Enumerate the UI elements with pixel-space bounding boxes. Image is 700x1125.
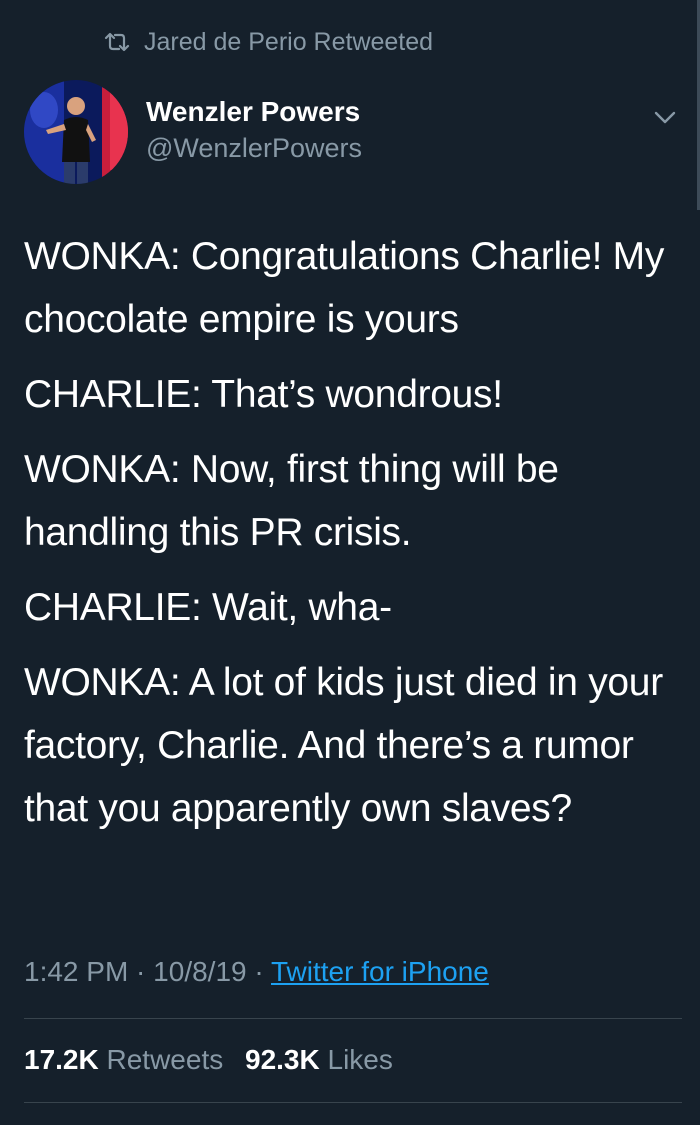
- author-handle[interactable]: @WenzlerPowers: [146, 130, 362, 166]
- divider: [24, 1102, 682, 1103]
- meta-separator: ·: [246, 956, 271, 987]
- tweet-source-link[interactable]: Twitter for iPhone: [271, 956, 489, 987]
- divider: [24, 1018, 682, 1019]
- tweet-stats: 17.2K Retweets 92.3K Likes: [24, 1038, 407, 1082]
- tweet-paragraph: WONKA: A lot of kids just died in your f…: [24, 661, 663, 830]
- tweet-text: WONKA: Congratulations Charlie! My choco…: [24, 225, 674, 852]
- author-block[interactable]: Wenzler Powers @WenzlerPowers: [146, 94, 362, 166]
- retweet-icon: [104, 31, 130, 53]
- retweets-stat[interactable]: 17.2K Retweets: [24, 1044, 223, 1075]
- likes-stat[interactable]: 92.3K Likes: [245, 1044, 393, 1075]
- tweet-paragraph: CHARLIE: That’s wondrous!: [24, 373, 503, 416]
- retweets-count: 17.2K: [24, 1044, 99, 1075]
- tweet-paragraph: CHARLIE: Wait, wha-: [24, 586, 392, 629]
- tweet-date: 10/8/19: [153, 956, 247, 987]
- tweet-paragraph: WONKA: Now, first thing will be handling…: [24, 448, 559, 554]
- retweet-context-text: Jared de Perio Retweeted: [144, 27, 434, 56]
- meta-separator: ·: [128, 956, 154, 987]
- tweet-time: 1:42 PM: [24, 956, 129, 987]
- likes-count: 92.3K: [245, 1044, 320, 1075]
- retweets-label: Retweets: [106, 1044, 224, 1075]
- likes-label: Likes: [327, 1044, 393, 1075]
- tweet-metadata: 1:42 PM · 10/8/19 · Twitter for iPhone: [24, 950, 489, 994]
- retweet-context[interactable]: Jared de Perio Retweeted: [104, 24, 433, 60]
- chevron-down-icon[interactable]: [652, 106, 678, 128]
- tweet-paragraph: WONKA: Congratulations Charlie! My choco…: [24, 235, 665, 341]
- author-name[interactable]: Wenzler Powers: [146, 94, 362, 130]
- avatar[interactable]: [24, 80, 128, 184]
